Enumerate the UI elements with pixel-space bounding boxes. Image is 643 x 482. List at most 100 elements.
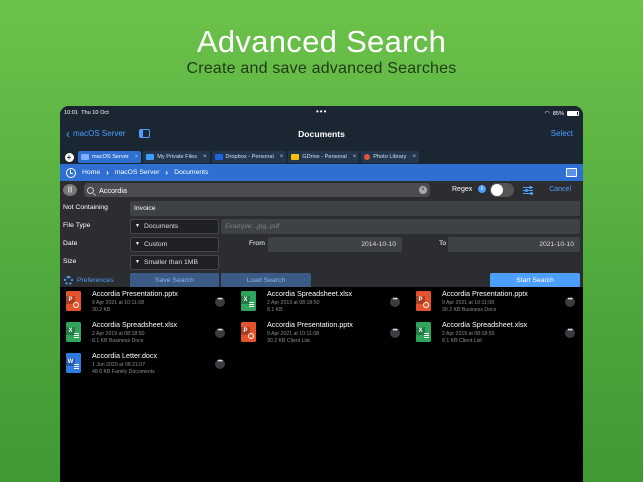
more-options-icon[interactable]: ••• xyxy=(215,297,225,307)
file-date: 2 Apr 2019 at 08:18:50 xyxy=(267,300,320,306)
list-item[interactable]: X Accordia Spreadsheet.xlsx 2 Apr 2019 a… xyxy=(235,289,407,319)
start-search-button[interactable]: Start Search xyxy=(490,273,580,288)
file-name: Accordia Presentation.pptx xyxy=(92,289,178,298)
word-file-icon: W xyxy=(66,353,81,373)
dropdown-triangle-icon: ▼ xyxy=(135,259,140,265)
preferences-button[interactable]: Preferences xyxy=(64,276,114,285)
more-options-icon[interactable]: ••• xyxy=(390,297,400,307)
file-type-value: Documents xyxy=(143,222,179,230)
add-tab-button[interactable]: + xyxy=(62,151,76,163)
close-icon[interactable]: × xyxy=(203,154,207,160)
filter-icon[interactable] xyxy=(523,185,535,195)
page-title: Documents xyxy=(298,129,345,139)
tab-my-private-files[interactable]: My Private Files × xyxy=(143,151,210,163)
multitask-dots-icon[interactable]: ••• xyxy=(316,107,327,116)
close-icon[interactable]: × xyxy=(412,154,416,160)
dropdown-triangle-icon: ▼ xyxy=(135,223,140,229)
status-time: 10:01 xyxy=(64,110,78,116)
file-meta: 30.2 KB Business Docs xyxy=(442,307,497,313)
battery-icon xyxy=(567,111,579,116)
save-search-button[interactable]: Save Search xyxy=(130,273,219,288)
chevron-right-icon: › xyxy=(106,168,109,177)
search-input[interactable] xyxy=(99,185,399,195)
more-options-icon[interactable]: ••• xyxy=(215,359,225,369)
list-item[interactable]: X Accordia Spreadsheet.xlsx 2 Apr 2019 a… xyxy=(60,320,232,350)
not-containing-field[interactable]: Invoice xyxy=(130,200,580,216)
tab-photo-library[interactable]: Photo Library × xyxy=(361,151,419,163)
more-options-icon[interactable]: ••• xyxy=(215,328,225,338)
file-type-row: File Type ▼ Documents Example: .jpg,.pdf xyxy=(60,217,583,235)
to-date-value: 2021-10-10 xyxy=(539,240,574,248)
list-item[interactable]: X Accordia Spreadsheet.xlsx 2 Apr 2019 a… xyxy=(410,320,582,350)
file-meta: 8.1 KB xyxy=(267,307,283,313)
powerpoint-file-icon: P xyxy=(416,291,431,311)
from-date-field[interactable]: 2014-10-10 xyxy=(268,236,402,252)
excel-file-icon: X xyxy=(416,322,431,342)
regex-toggle[interactable] xyxy=(490,183,514,197)
info-icon[interactable]: i xyxy=(478,185,486,193)
from-date-value: 2014-10-10 xyxy=(361,240,396,248)
tab-label: My Private Files xyxy=(157,154,197,160)
size-row: Size ▼ Smaller than 1MB xyxy=(60,253,583,271)
tab-label: Dropbox - Personal xyxy=(225,154,274,160)
tab-dropbox-personal[interactable]: Dropbox - Personal × xyxy=(211,151,287,163)
more-options-icon[interactable]: ••• xyxy=(565,297,575,307)
size-value: Smaller than 1MB xyxy=(143,258,198,266)
file-date: 2 Apr 2019 at 08:18:50 xyxy=(92,331,145,337)
file-meta: 30.2 KB Client List xyxy=(267,338,310,344)
close-icon[interactable]: × xyxy=(353,154,357,160)
size-picker[interactable]: ▼ Smaller than 1MB xyxy=(130,254,219,270)
date-label: Date xyxy=(63,240,78,247)
dropbox-icon xyxy=(214,154,223,160)
close-icon[interactable]: × xyxy=(135,154,139,160)
breadcrumb-home[interactable]: Home xyxy=(82,169,100,176)
tab-label: Photo Library xyxy=(373,154,407,160)
breadcrumb-macos-server[interactable]: macOS Server xyxy=(115,169,160,176)
from-label: From xyxy=(249,240,265,247)
file-meta: 30.2 KB xyxy=(92,307,111,313)
file-meta: 8.1 KB Client List xyxy=(442,338,482,344)
load-search-button[interactable]: Load Search xyxy=(221,273,311,288)
file-name: Accordia Spreadsheet.xlsx xyxy=(442,320,528,329)
more-options-icon[interactable]: ••• xyxy=(565,328,575,338)
date-value: Custom xyxy=(143,240,168,248)
tab-gdrive-personal[interactable]: GDrive - Personal × xyxy=(288,151,360,163)
cancel-button[interactable]: Cancel xyxy=(549,186,571,193)
panel-icon[interactable] xyxy=(566,168,577,177)
breadcrumb-documents[interactable]: Documents xyxy=(174,169,208,176)
search-row: ||| × Regex i Cancel xyxy=(60,181,583,199)
list-item[interactable]: W Accordia Letter.docx 1 Jun 2020 at 08:… xyxy=(60,351,232,381)
list-item[interactable]: P Accordia Presentation.pptx 9 Apr 2021 … xyxy=(235,320,407,350)
gdrive-icon xyxy=(291,154,300,160)
to-date-field[interactable]: 2021-10-10 xyxy=(448,236,580,252)
more-options-icon[interactable]: ••• xyxy=(390,328,400,338)
search-icon xyxy=(87,186,94,194)
search-mode-icon[interactable]: ||| xyxy=(63,184,77,196)
file-extension-field[interactable]: Example: .jpg,.pdf xyxy=(221,218,580,234)
file-name: Accordia Spreadsheet.xlsx xyxy=(92,320,178,329)
date-picker[interactable]: ▼ Custom xyxy=(130,236,219,252)
file-extension-placeholder: Example: .jpg,.pdf xyxy=(225,222,280,230)
status-bar: 10:01 Thu 10 Oct ••• ◠ 85% xyxy=(60,106,583,120)
clear-icon[interactable]: × xyxy=(419,186,427,194)
navigation-bar: ‹ macOS Server Documents Select xyxy=(60,120,583,150)
not-containing-row: Not Containing Invoice xyxy=(60,199,583,217)
tab-strip: + macOS Server × My Private Files × Drop… xyxy=(60,150,583,164)
close-icon[interactable]: × xyxy=(280,154,284,160)
file-date: 9 Apr 2021 at 10:11:08 xyxy=(442,300,495,306)
select-button[interactable]: Select xyxy=(551,129,573,138)
search-field[interactable]: × xyxy=(84,183,430,197)
history-icon[interactable] xyxy=(66,167,76,178)
promo-subtitle: Create and save advanced Searches xyxy=(186,60,457,77)
list-item[interactable]: P Accordia Presentation.pptx 9 Apr 2021 … xyxy=(60,289,232,319)
excel-file-icon: X xyxy=(241,291,256,311)
promo-title: Advanced Search xyxy=(196,24,447,59)
tab-macos-server[interactable]: macOS Server × xyxy=(78,151,142,163)
powerpoint-file-icon: P xyxy=(241,322,256,342)
list-item[interactable]: P Accordia Presentation.pptx 9 Apr 2021 … xyxy=(410,289,582,319)
file-type-picker[interactable]: ▼ Documents xyxy=(130,218,219,234)
gear-icon xyxy=(64,276,73,285)
folder-icon xyxy=(146,154,155,160)
server-icon xyxy=(81,154,89,160)
regex-label: Regex xyxy=(452,186,473,193)
